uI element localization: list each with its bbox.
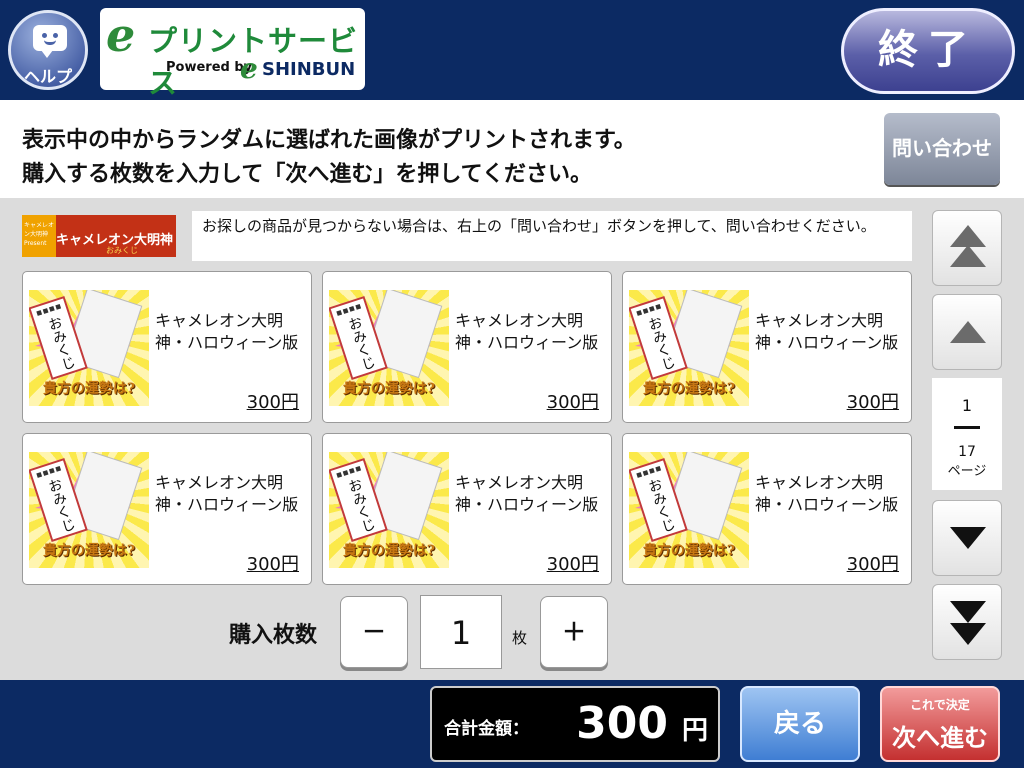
quantity-minus-button[interactable]: －: [340, 596, 408, 668]
omikuji-slip-text: おみくじ: [644, 314, 678, 373]
fortune-text: 貴方の運勢は?: [642, 543, 736, 559]
page-indicator: 1 17 ページ: [932, 378, 1002, 490]
logo-e-mark-small: e: [240, 52, 258, 85]
product-thumbnail: ■■■■ おみくじ 貴方の運勢は?: [329, 290, 449, 406]
quantity-unit: 枚: [512, 629, 528, 647]
notice-text: お探しの商品が見つからない場合は、右上の「問い合わせ」ボタンを押して、問い合わせ…: [192, 211, 912, 261]
page-unit: ページ: [947, 464, 987, 479]
end-button[interactable]: 終了: [841, 8, 1015, 94]
page-up-icon: [950, 321, 986, 343]
next-button[interactable]: これで決定 次へ進む: [880, 686, 1000, 762]
product-name: キャメレオン大明神・ハロウィーン版: [155, 473, 299, 514]
total-unit: 円: [681, 716, 708, 746]
product-thumbnail: ■■■■ おみくじ 貴方の運勢は?: [629, 290, 749, 406]
product-card[interactable]: ■■■■ おみくじ 貴方の運勢は? キャメレオン大明神・ハロウィーン版 300円: [622, 271, 912, 423]
campaign-sub: おみくじ: [106, 246, 138, 255]
quantity-input[interactable]: 1: [420, 595, 502, 669]
product-thumbnail: ■■■■ おみくじ 貴方の運勢は?: [29, 452, 149, 568]
product-thumbnail: ■■■■ おみくじ 貴方の運勢は?: [29, 290, 149, 406]
instruction-line-1: 表示中の中からランダムに選ばれた画像がプリントされます。: [22, 128, 636, 153]
product-price: 300円: [246, 554, 299, 575]
product-price: 300円: [546, 392, 599, 413]
eprint-logo: e プリントサービス Powered by e SHINBUN: [100, 8, 365, 100]
product-price: 300円: [246, 392, 299, 413]
total-value: 300: [576, 698, 668, 749]
product-name: キャメレオン大明神・ハロウィーン版: [755, 311, 899, 352]
product-thumbnail: ■■■■ おみくじ 貴方の運勢は?: [629, 452, 749, 568]
product-card[interactable]: ■■■■ おみくじ 貴方の運勢は? キャメレオン大明神・ハロウィーン版 300円: [322, 271, 612, 423]
omikuji-slip-text: おみくじ: [344, 314, 378, 373]
first-page-button[interactable]: [932, 210, 1002, 286]
next-button-label: 次へ進む: [892, 724, 988, 752]
back-button[interactable]: 戻る: [740, 686, 860, 762]
product-name: キャメレオン大明神・ハロウィーン版: [455, 473, 599, 514]
product-card[interactable]: ■■■■ おみくじ 貴方の運勢は? キャメレオン大明神・ハロウィーン版 300円: [22, 271, 312, 423]
product-card[interactable]: ■■■■ おみくじ 貴方の運勢は? キャメレオン大明神・ハロウィーン版 300円: [622, 433, 912, 585]
omikuji-slip-text: おみくじ: [44, 476, 78, 535]
fortune-text: 貴方の運勢は?: [42, 381, 136, 397]
fortune-text: 貴方の運勢は?: [342, 543, 436, 559]
product-price: 300円: [546, 554, 599, 575]
help-button[interactable]: ヘルプ: [8, 10, 88, 90]
product-price: 300円: [846, 392, 899, 413]
quantity-label: 購入枚数: [229, 623, 318, 648]
instruction-line-2: 購入する枚数を入力して「次へ進む」を押してください。: [22, 162, 593, 187]
fortune-text: 貴方の運勢は?: [642, 381, 736, 397]
help-chat-icon: [33, 25, 67, 58]
current-page: 1: [961, 396, 973, 415]
page-down-icon: [950, 527, 986, 549]
instruction-panel: 表示中の中からランダムに選ばれた画像がプリントされます。 購入する枚数を入力して…: [0, 100, 1024, 198]
product-name: キャメレオン大明神・ハロウィーン版: [455, 311, 599, 352]
campaign-banner: キャメレオン大明神 Present キャメレオン大明神 おみくじ: [22, 215, 176, 257]
page-divider: [954, 426, 980, 429]
page-down-button[interactable]: [932, 500, 1002, 576]
fortune-text: 貴方の運勢は?: [342, 381, 436, 397]
product-thumbnail: ■■■■ おみくじ 貴方の運勢は?: [329, 452, 449, 568]
omikuji-slip-text: おみくじ: [344, 476, 378, 535]
logo-e-mark: e: [106, 8, 136, 62]
omikuji-slip-text: おみくじ: [644, 476, 678, 535]
last-page-button[interactable]: [932, 584, 1002, 660]
fortune-text: 貴方の運勢は?: [42, 543, 136, 559]
product-name: キャメレオン大明神・ハロウィーン版: [155, 311, 299, 352]
campaign-ribbon: キャメレオン大明神 Present: [22, 215, 56, 257]
next-button-sub: これで決定: [910, 698, 970, 712]
help-label: ヘルプ: [23, 67, 72, 86]
logo-shinbun: SHINBUN: [262, 59, 356, 80]
inquiry-button[interactable]: 問い合わせ: [884, 113, 1000, 185]
total-pages: 17: [958, 444, 976, 460]
product-card[interactable]: ■■■■ おみくじ 貴方の運勢は? キャメレオン大明神・ハロウィーン版 300円: [322, 433, 612, 585]
product-name: キャメレオン大明神・ハロウィーン版: [755, 473, 899, 514]
page-up-button[interactable]: [932, 294, 1002, 370]
quantity-plus-button[interactable]: ＋: [540, 596, 608, 668]
product-card[interactable]: ■■■■ おみくじ 貴方の運勢は? キャメレオン大明神・ハロウィーン版 300円: [22, 433, 312, 585]
omikuji-slip-text: おみくじ: [44, 314, 78, 373]
total-label: 合計金額：: [444, 719, 529, 739]
total-amount-panel: 合計金額： 300 円: [430, 686, 720, 762]
product-price: 300円: [846, 554, 899, 575]
